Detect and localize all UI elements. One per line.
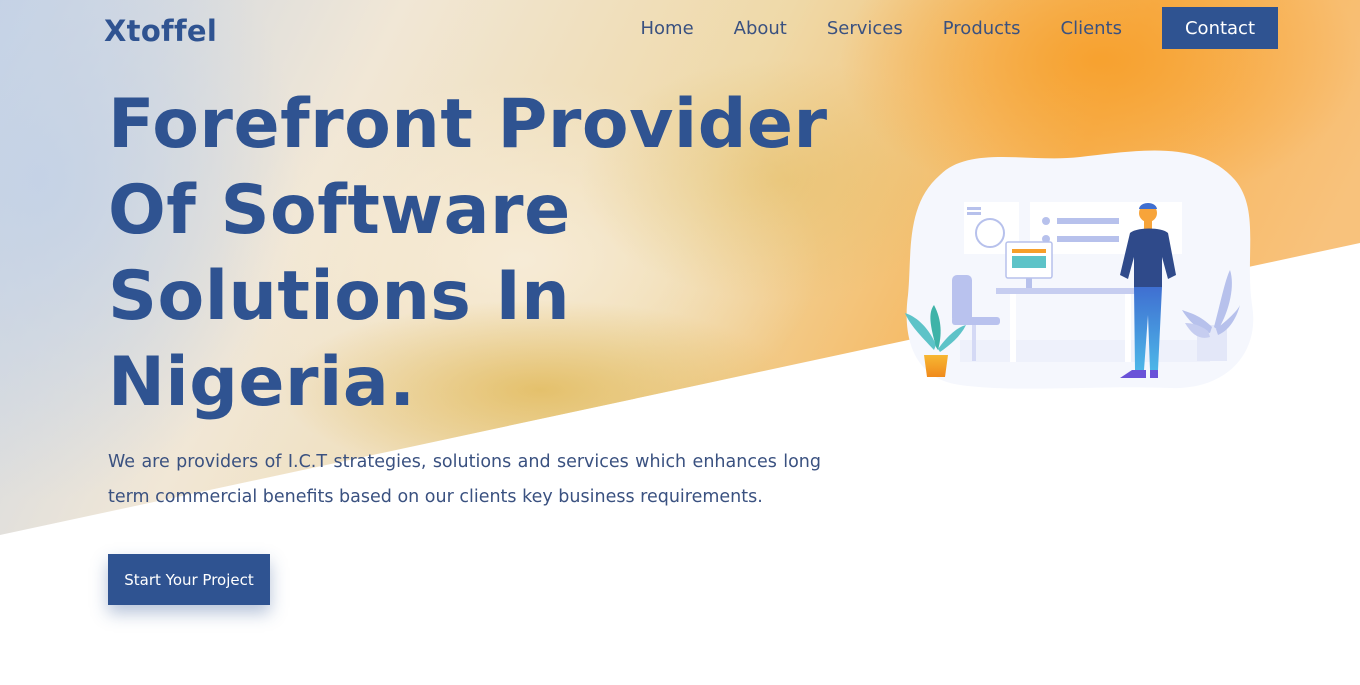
nav-products-link[interactable]: Products bbox=[943, 18, 1021, 39]
headline-line: Solutions In bbox=[108, 257, 571, 336]
headline-line: Forefront Provider bbox=[108, 85, 828, 164]
brand-logo[interactable]: Xtoffel bbox=[104, 14, 217, 48]
headline-line: Nigeria. bbox=[108, 343, 416, 422]
main-nav: Home About Services Products Clients Con… bbox=[640, 7, 1278, 49]
nav-services-link[interactable]: Services bbox=[827, 18, 903, 39]
nav-home-link[interactable]: Home bbox=[640, 18, 693, 39]
contact-button[interactable]: Contact bbox=[1162, 7, 1278, 49]
hero-headline: Forefront Provider Of Software Solutions… bbox=[108, 82, 868, 426]
hero-description: We are providers of I.C.T strategies, so… bbox=[108, 452, 821, 507]
nav-clients-link[interactable]: Clients bbox=[1061, 18, 1123, 39]
nav-about-link[interactable]: About bbox=[734, 18, 787, 39]
office-worker-illustration-icon bbox=[900, 145, 1260, 395]
start-project-button[interactable]: Start Your Project bbox=[108, 554, 270, 605]
headline-line: Of Software bbox=[108, 171, 571, 250]
